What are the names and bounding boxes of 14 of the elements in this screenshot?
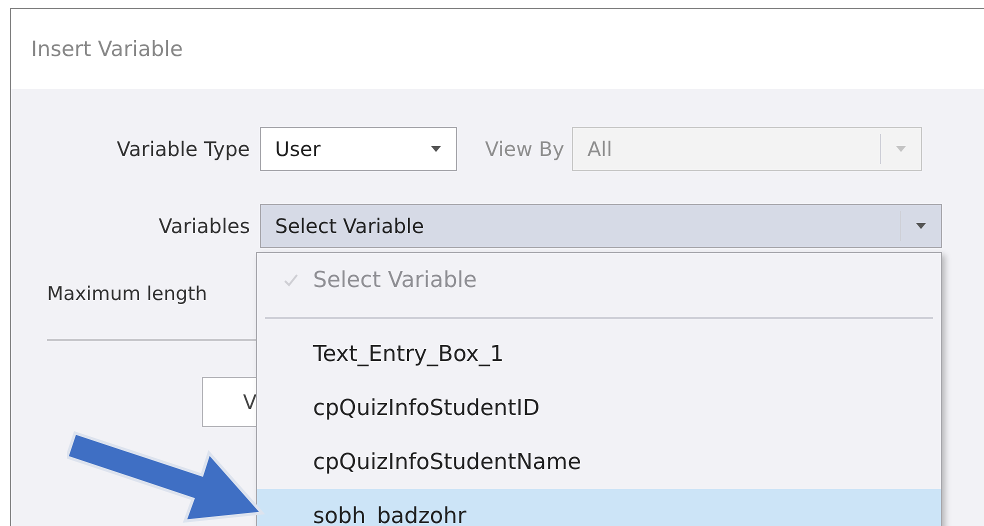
- window-title: Insert Variable: [31, 37, 183, 61]
- dropdown-item[interactable]: sobh_badzohr: [257, 489, 941, 526]
- view-by-label: View By: [485, 137, 564, 161]
- dropdown-item[interactable]: Text_Entry_Box_1: [257, 327, 941, 381]
- dropdown-item[interactable]: cpQuizInfoStudentID: [257, 381, 941, 435]
- dropdown-item[interactable]: cpQuizInfoStudentName: [257, 435, 941, 489]
- caret-icon: [895, 145, 908, 153]
- maximum-length-label: Maximum length: [47, 283, 208, 305]
- variable-type-label: Variable Type: [116, 137, 250, 161]
- variables-label: Variables: [158, 214, 250, 238]
- caret-icon: [430, 145, 442, 153]
- caret-icon: [915, 222, 927, 230]
- variables-dropdown[interactable]: Select Variable: [260, 204, 942, 248]
- variable-type-dropdown[interactable]: User: [260, 127, 457, 171]
